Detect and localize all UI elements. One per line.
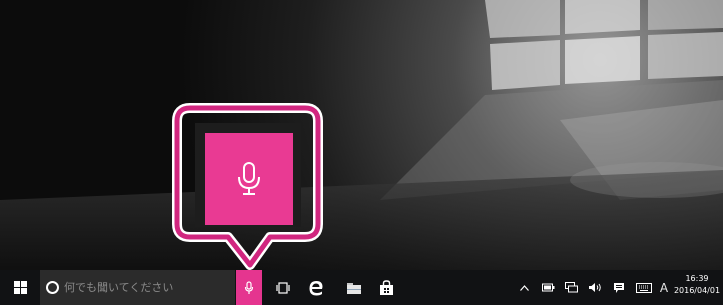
file-explorer-icon — [347, 282, 361, 294]
task-view-button[interactable] — [270, 270, 296, 305]
file-explorer-button[interactable] — [340, 270, 368, 305]
search-box[interactable]: 何でも聞いてください — [40, 270, 235, 305]
search-placeholder: 何でも聞いてください — [64, 281, 174, 294]
action-center-icon — [614, 282, 624, 293]
clock-date: 2016/04/01 — [673, 286, 721, 295]
battery-button[interactable] — [538, 270, 558, 305]
store-icon — [379, 279, 393, 295]
taskbar-clock[interactable]: 16:39 2016/04/01 — [672, 273, 722, 297]
touch-keyboard-button[interactable] — [632, 270, 656, 305]
microphone-icon — [244, 280, 254, 294]
store-button[interactable] — [372, 270, 400, 305]
microphone-button[interactable] — [236, 270, 262, 305]
windows-logo-icon — [13, 281, 27, 294]
show-hidden-icons-button[interactable] — [514, 270, 534, 305]
task-view-icon — [276, 281, 290, 294]
volume-icon — [589, 283, 601, 292]
taskbar: 何でも聞いてください A 16:39 2016/04/01 — [0, 270, 723, 305]
clock-time: 16:39 — [685, 274, 709, 283]
desktop-screen: 何でも聞いてください A 16:39 2016/04/01 — [0, 0, 723, 305]
network-button[interactable] — [560, 270, 582, 305]
action-center-button[interactable] — [608, 270, 630, 305]
edge-browser-icon — [309, 280, 323, 295]
desktop-wallpaper — [0, 0, 723, 270]
ime-mode-indicator[interactable]: A — [656, 270, 672, 305]
search-circle-icon — [46, 281, 59, 294]
volume-button[interactable] — [584, 270, 606, 305]
chevron-up-icon — [519, 284, 529, 291]
edge-browser-button[interactable] — [302, 270, 330, 305]
cortana-mic-tile[interactable] — [205, 133, 293, 225]
start-button[interactable] — [0, 270, 40, 305]
touch-keyboard-icon — [636, 282, 652, 293]
microphone-icon — [238, 162, 260, 195]
battery-icon — [541, 283, 554, 292]
network-icon — [564, 282, 578, 293]
